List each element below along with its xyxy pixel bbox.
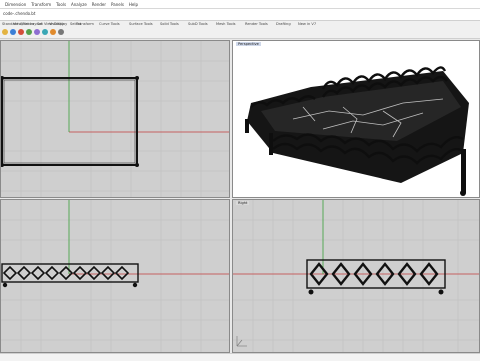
- copy-icon[interactable]: [42, 29, 48, 35]
- open-icon[interactable]: [10, 29, 16, 35]
- cut-icon[interactable]: [34, 29, 40, 35]
- new-file-icon[interactable]: [2, 29, 8, 35]
- menu-item-dimension[interactable]: Dimension: [5, 2, 26, 7]
- menu-item-render[interactable]: Render: [92, 2, 106, 7]
- tab-new-in-v7[interactable]: New in V7: [298, 22, 316, 26]
- tab-transform[interactable]: Transform: [76, 22, 94, 26]
- tab-subd-tools[interactable]: SubD Tools: [188, 22, 208, 26]
- perspective-render: [245, 66, 469, 196]
- tray-front-elevation: [1, 263, 139, 288]
- menu-item-panels[interactable]: Panels: [111, 2, 124, 7]
- toolbar: Standard CPlanes Set View Display Select…: [0, 21, 480, 39]
- viewport-right[interactable]: Right: [232, 199, 480, 353]
- save-icon[interactable]: [18, 29, 24, 35]
- print-icon[interactable]: [26, 29, 32, 35]
- toolbar-tabs: Standard CPlanes Set View Display Select…: [0, 21, 480, 28]
- menu-bar: Dimension Transform Tools Analyze Render…: [0, 0, 480, 9]
- command-line-text: code-.chendo.bt: [3, 11, 36, 16]
- viewport-top[interactable]: [0, 40, 230, 198]
- viewport-front[interactable]: [0, 199, 230, 353]
- tab-solid-tools[interactable]: Solid Tools: [160, 22, 179, 26]
- undo-icon[interactable]: [58, 29, 64, 35]
- viewport-perspective[interactable]: Perspective: [232, 40, 480, 198]
- menu-item-help[interactable]: Help: [129, 2, 138, 7]
- paste-icon[interactable]: [50, 29, 56, 35]
- tab-viewport-layout[interactable]: Viewport Layout: [13, 22, 42, 26]
- tab-drafting[interactable]: Drafting: [276, 22, 291, 26]
- tab-mesh-tools[interactable]: Mesh Tools: [216, 22, 235, 26]
- menu-item-transform[interactable]: Transform: [31, 2, 51, 7]
- tray-outline-top: [1, 77, 138, 166]
- tray-side-elevation: [306, 259, 446, 295]
- axis-triad-icon: [236, 336, 247, 347]
- front-view-canvas: [1, 200, 229, 352]
- command-line[interactable]: code-.chendo.bt: [0, 9, 480, 21]
- toolbar-icons: [0, 29, 480, 37]
- tab-curve-tools[interactable]: Curve Tools: [99, 22, 120, 26]
- tab-surface-tools[interactable]: Surface Tools: [129, 22, 153, 26]
- top-view-canvas: [1, 41, 229, 197]
- right-view-canvas: [233, 200, 479, 352]
- tab-render-tools[interactable]: Render Tools: [245, 22, 268, 26]
- tab-visibility[interactable]: Visibility: [49, 22, 64, 26]
- menu-item-analyze[interactable]: Analyze: [71, 2, 87, 7]
- menu-item-tools[interactable]: Tools: [56, 2, 66, 7]
